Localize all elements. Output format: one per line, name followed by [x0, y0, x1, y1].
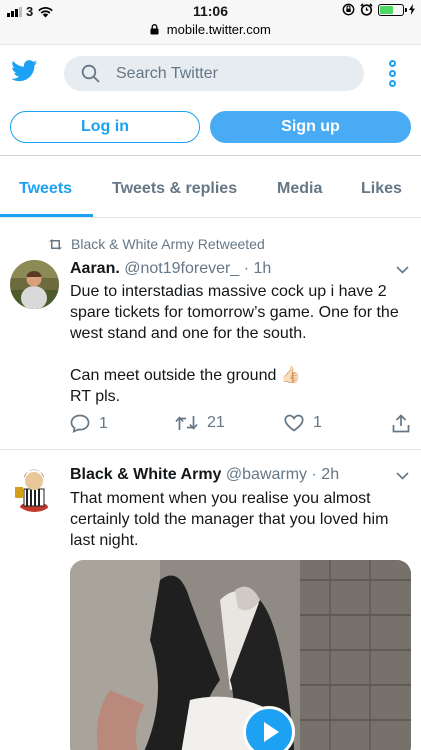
retweet-context: Black & White Army Retweeted	[48, 236, 265, 252]
like-count: 1	[313, 414, 322, 431]
gif-thumbnail	[70, 560, 411, 750]
tweet-author: Aaran. @not19forever_ · 1h	[70, 260, 271, 278]
share-icon	[392, 414, 410, 433]
chevron-down-icon[interactable]	[396, 472, 409, 480]
alarm-icon	[360, 3, 373, 16]
active-tab-indicator	[0, 214, 93, 217]
search-placeholder: Search Twitter	[116, 65, 218, 82]
search-icon	[81, 64, 100, 83]
tweet-media[interactable]	[70, 560, 411, 750]
author-name[interactable]: Aaran.	[70, 260, 120, 277]
chevron-down-icon[interactable]	[396, 266, 409, 274]
author-handle[interactable]: @bawarmy	[226, 466, 307, 483]
tweet-text: Due to interstadias massive cock up i ha…	[70, 283, 399, 405]
retweeted-by-label: Black & White Army Retweeted	[71, 236, 265, 252]
tweet-time[interactable]: · 1h	[244, 260, 272, 277]
share-button[interactable]	[392, 414, 410, 433]
search-bar[interactable]: Search Twitter	[64, 56, 364, 91]
status-icons	[342, 3, 415, 16]
author-handle[interactable]: @not19forever_	[124, 260, 239, 277]
retweet-button[interactable]: 21	[175, 414, 225, 432]
auth-bar: Log in Sign up	[0, 102, 421, 156]
signup-button[interactable]: Sign up	[210, 111, 411, 143]
tweet[interactable]: Black & White Army @bawarmy · 2h That mo…	[0, 450, 421, 750]
reply-count: 1	[99, 414, 108, 432]
lock-icon	[150, 24, 159, 35]
play-button[interactable]	[243, 706, 295, 750]
reply-icon	[70, 414, 90, 433]
tab-tweets-and-replies[interactable]: Tweets & replies	[112, 180, 237, 198]
charging-icon	[409, 4, 415, 15]
status-bar: 3 11:06	[0, 0, 421, 22]
tweet-actions: 1 21 1	[70, 414, 415, 436]
profile-tabs: Tweets Tweets & replies Media Likes	[0, 158, 421, 218]
avatar[interactable]	[10, 260, 59, 309]
author-name[interactable]: Black & White Army	[70, 466, 221, 483]
top-header: Search Twitter	[0, 44, 421, 102]
url-text: mobile.twitter.com	[166, 22, 271, 37]
more-options-icon[interactable]	[389, 60, 396, 87]
retweet-icon	[175, 416, 198, 430]
tab-tweets[interactable]: Tweets	[19, 180, 72, 198]
play-icon	[264, 722, 279, 742]
reply-button[interactable]: 1	[70, 414, 108, 433]
tab-media[interactable]: Media	[277, 180, 322, 198]
tweet-time[interactable]: · 2h	[312, 466, 340, 483]
login-button[interactable]: Log in	[10, 111, 200, 143]
retweet-icon	[48, 238, 63, 250]
orientation-lock-icon	[342, 3, 355, 16]
tab-likes[interactable]: Likes	[361, 180, 402, 198]
avatar[interactable]	[10, 463, 59, 512]
tweet-author: Black & White Army @bawarmy · 2h	[70, 466, 339, 484]
like-button[interactable]: 1	[284, 414, 322, 432]
twitter-bird-icon[interactable]	[11, 60, 38, 82]
retweet-count: 21	[207, 414, 225, 431]
battery-icon	[378, 3, 407, 16]
tweet-text: That moment when you realise you almost …	[70, 490, 389, 549]
heart-icon	[284, 414, 304, 432]
tweet[interactable]: Black & White Army Retweeted Aaran. @not…	[0, 218, 421, 450]
address-bar[interactable]: mobile.twitter.com	[0, 22, 421, 44]
